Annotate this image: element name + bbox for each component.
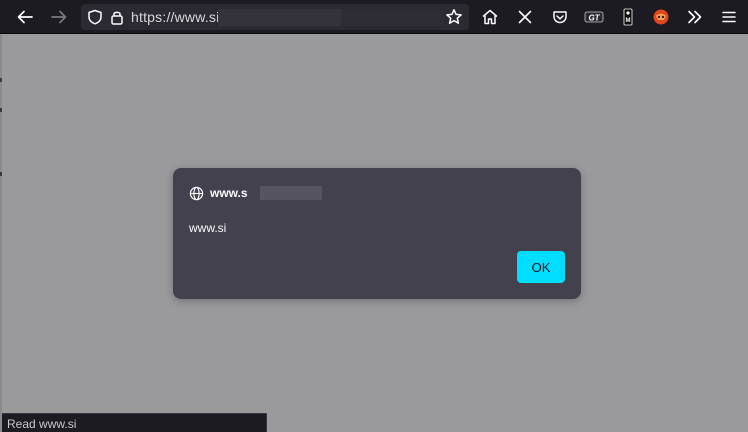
browser-toolbar: https://www.si GT M bbox=[0, 0, 748, 34]
star-icon[interactable] bbox=[445, 8, 463, 26]
pocket-icon bbox=[553, 11, 567, 24]
ok-button[interactable]: OK bbox=[517, 251, 565, 283]
redacted-url-part-secondary bbox=[341, 9, 444, 26]
extension-orange-button[interactable] bbox=[647, 3, 675, 31]
forward-arrow-icon bbox=[51, 10, 67, 24]
edge-mark bbox=[0, 108, 2, 112]
home-button[interactable] bbox=[476, 3, 504, 31]
redacted-origin-part bbox=[260, 186, 322, 200]
extension-m-icon: M bbox=[623, 8, 633, 26]
alert-dialog: www.s www.si OK bbox=[173, 168, 581, 299]
back-button[interactable] bbox=[11, 3, 39, 31]
edge-mark bbox=[0, 172, 2, 176]
dialog-origin: www.s bbox=[189, 184, 322, 202]
overflow-button[interactable] bbox=[681, 3, 709, 31]
dialog-message: www.si bbox=[189, 221, 227, 235]
pocket-button[interactable] bbox=[546, 3, 574, 31]
extension-translate-button[interactable]: GT bbox=[580, 3, 608, 31]
home-icon bbox=[482, 9, 498, 25]
stop-button[interactable] bbox=[511, 3, 539, 31]
extension-orange-icon bbox=[653, 9, 669, 25]
extension-gt-icon: GT bbox=[584, 11, 604, 23]
url-bar[interactable]: https://www.si bbox=[81, 4, 469, 30]
close-icon bbox=[518, 10, 532, 24]
url-text[interactable]: https://www.si bbox=[131, 9, 219, 25]
dialog-origin-text: www.s bbox=[210, 186, 248, 200]
hamburger-menu-icon bbox=[722, 11, 736, 23]
extension-m-button[interactable]: M bbox=[614, 3, 642, 31]
menu-button[interactable] bbox=[715, 3, 743, 31]
svg-text:M: M bbox=[626, 18, 631, 24]
shield-icon[interactable] bbox=[87, 9, 103, 25]
forward-button[interactable] bbox=[45, 3, 73, 31]
page-left-edge bbox=[0, 34, 2, 432]
overflow-chevrons-icon bbox=[688, 10, 702, 24]
svg-text:GT: GT bbox=[588, 14, 600, 23]
status-bar: Read www.si bbox=[2, 413, 267, 432]
edge-mark bbox=[0, 78, 2, 82]
lock-icon[interactable] bbox=[109, 9, 125, 25]
back-arrow-icon bbox=[17, 10, 33, 24]
status-text: Read www.si bbox=[7, 417, 77, 431]
globe-icon bbox=[189, 186, 204, 200]
